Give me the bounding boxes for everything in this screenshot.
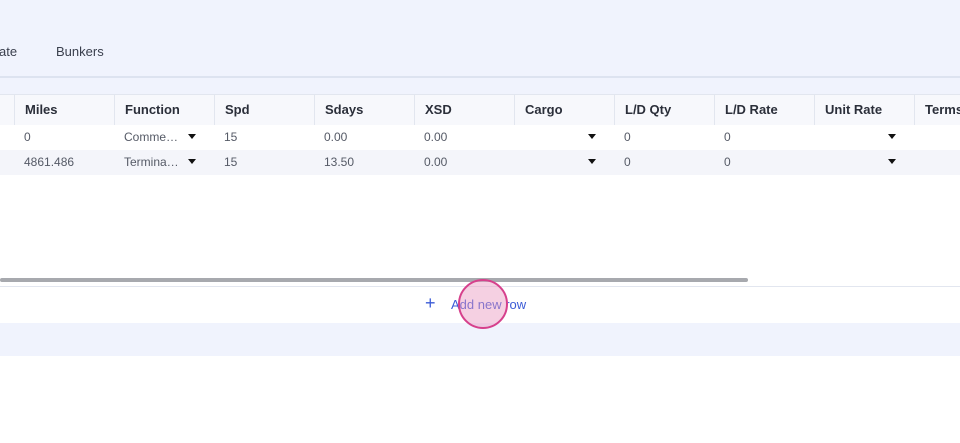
header-xsd[interactable]: XSD xyxy=(414,95,514,125)
cell-miles[interactable]: 4861.486 xyxy=(14,150,114,175)
cell-terms[interactable] xyxy=(914,125,960,150)
click-indicator xyxy=(458,279,508,329)
header-unit-rate[interactable]: Unit Rate xyxy=(814,95,914,125)
cell-ld-rate[interactable]: 0 xyxy=(714,150,814,175)
cell-sdays[interactable]: 13.50 xyxy=(314,150,414,175)
header-ld-qty[interactable]: L/D Qty xyxy=(614,95,714,125)
header-miles[interactable]: Miles xyxy=(14,95,114,125)
table-header-row: Miles Function Spd Sdays XSD Cargo L/D Q… xyxy=(0,94,960,126)
function-dropdown-icon[interactable] xyxy=(188,134,196,139)
cell-unit-rate[interactable] xyxy=(814,150,884,175)
cell-function[interactable]: Comme… xyxy=(114,125,180,150)
table-row: 0 Comme… 15 0.00 0.00 0 0 xyxy=(0,125,960,150)
cell-xsd[interactable]: 0.00 xyxy=(414,125,514,150)
cell-unit-rate[interactable] xyxy=(814,125,884,150)
cell-terms[interactable] xyxy=(914,150,960,175)
cell-sdays[interactable]: 0.00 xyxy=(314,125,414,150)
cell-ld-qty[interactable]: 0 xyxy=(614,150,714,175)
grid-top-spacer xyxy=(0,78,960,94)
cell-function[interactable]: Termina… xyxy=(114,150,180,175)
cargo-dropdown-icon[interactable] xyxy=(588,159,596,164)
cell-ld-rate[interactable]: 0 xyxy=(714,125,814,150)
cell-spd[interactable]: 15 xyxy=(214,150,314,175)
cell-xsd[interactable]: 0.00 xyxy=(414,150,514,175)
plus-icon: + xyxy=(425,293,436,313)
horizontal-scrollbar[interactable] xyxy=(0,278,748,282)
top-tab-bar: ate Bunkers xyxy=(0,0,960,78)
header-function[interactable]: Function xyxy=(114,95,214,125)
header-spd[interactable]: Spd xyxy=(214,95,314,125)
cell-cargo[interactable] xyxy=(514,150,584,175)
table-row: 4861.486 Termina… 15 13.50 0.00 0 0 xyxy=(0,150,960,175)
cell-cargo[interactable] xyxy=(514,125,584,150)
cell-ld-qty[interactable]: 0 xyxy=(614,125,714,150)
function-dropdown-icon[interactable] xyxy=(188,159,196,164)
header-cargo[interactable]: Cargo xyxy=(514,95,614,125)
header-terms[interactable]: Terms xyxy=(914,95,960,125)
unit-rate-dropdown-icon[interactable] xyxy=(888,134,896,139)
tab-bunkers[interactable]: Bunkers xyxy=(56,44,104,59)
cell-spd[interactable]: 15 xyxy=(214,125,314,150)
tab-partial[interactable]: ate xyxy=(0,44,17,59)
header-sdays[interactable]: Sdays xyxy=(314,95,414,125)
cell-miles[interactable]: 0 xyxy=(14,125,114,150)
cargo-dropdown-icon[interactable] xyxy=(588,134,596,139)
header-ld-rate[interactable]: L/D Rate xyxy=(714,95,814,125)
unit-rate-dropdown-icon[interactable] xyxy=(888,159,896,164)
